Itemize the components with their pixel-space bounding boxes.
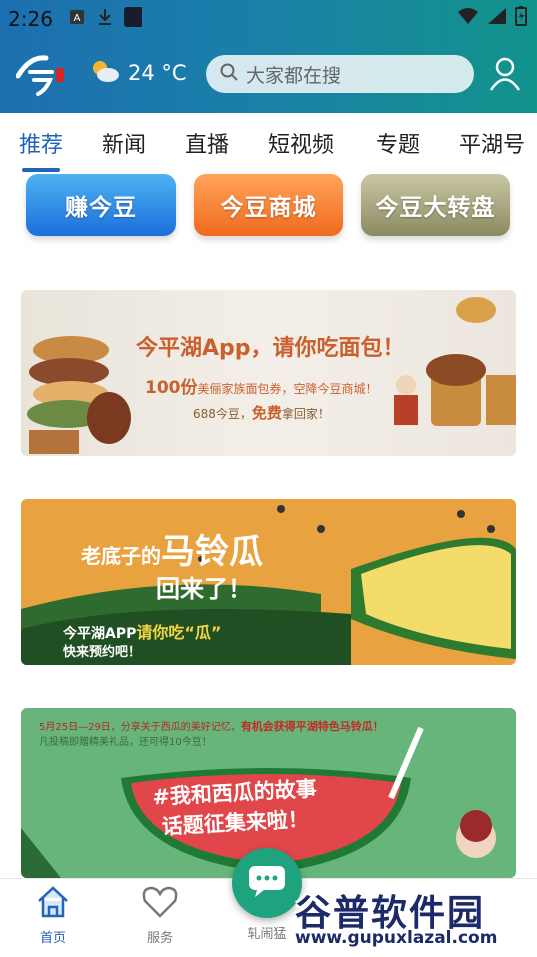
earn-coins-button[interactable]: 赚今豆 <box>26 174 176 236</box>
bread-banner-price: 688今豆， <box>193 407 252 421</box>
search-placeholder: 大家都在搜 <box>246 64 342 87</box>
app-notification-icon <box>124 7 142 27</box>
category-tabs: 推荐 新闻 直播 短视频 专题 平湖号 <box>0 113 537 175</box>
tab-live[interactable]: 直播 <box>185 127 229 159</box>
nav-home-label: 首页 <box>39 931 66 946</box>
partly-cloudy-icon <box>90 59 120 87</box>
search-icon <box>220 63 238 85</box>
bread-banner-title: 今平湖App，请你吃面包！ <box>136 336 405 361</box>
nav-services[interactable]: 服务 <box>130 885 190 946</box>
weather-temperature: 24 °C <box>128 61 187 85</box>
coin-wheel-button[interactable]: 今豆大转盘 <box>361 174 510 236</box>
weather-widget[interactable]: 24 °C <box>90 59 187 87</box>
keyboard-notification-icon: A <box>68 8 86 26</box>
heart-icon <box>141 886 179 923</box>
tab-short-video[interactable]: 短视频 <box>268 127 334 159</box>
tab-news[interactable]: 新闻 <box>102 127 146 159</box>
tab-pinghu-account[interactable]: 平湖号 <box>459 127 525 159</box>
bread-banner-free: 免费 <box>251 404 282 422</box>
melon-banner-app: 今平湖APP <box>63 626 137 642</box>
melon-banner-name: 马铃瓜 <box>161 532 263 572</box>
watermelon-gift-note: 凡投稿即赠精美礼品，还可得10今豆！ <box>39 737 212 748</box>
search-bar[interactable]: 大家都在搜 <box>206 55 474 93</box>
bread-promo-banner[interactable]: 今平湖App，请你吃面包！ 100份美俪家族面包券，空降今豆商城！ 688今豆，… <box>21 290 516 456</box>
svg-text:A: A <box>74 13 81 24</box>
signal-icon <box>487 7 507 29</box>
nav-services-label: 服务 <box>146 931 173 946</box>
bread-banner-detail: 美俪家族面包券，空降今豆商城！ <box>197 382 378 396</box>
bread-banner-count: 100份 <box>145 378 198 398</box>
chat-fab-button[interactable] <box>232 848 302 918</box>
active-tab-indicator <box>22 168 60 172</box>
chat-bubble-icon <box>247 864 287 902</box>
site-watermark: 谷普软件园 www.gupuxlazal.com <box>295 884 535 954</box>
nav-community[interactable]: 轧闹猛 <box>237 923 297 942</box>
bread-banner-takeaway: 拿回家！ <box>281 407 330 421</box>
melon-banner-prefix: 老底子的 <box>81 544 161 568</box>
battery-icon <box>515 6 527 30</box>
watermark-url: www.gupuxlazal.com <box>295 928 498 948</box>
user-profile-icon[interactable] <box>489 57 521 91</box>
melon-banner-invite: 请你吃“瓜” <box>136 623 222 642</box>
watermelon-note: 5月25日—29日，分享关于西瓜的美好记忆， <box>39 722 241 733</box>
app-logo[interactable] <box>15 52 72 96</box>
app-header: 2:26 A 24 °C 大家都在搜 <box>0 0 537 113</box>
watermelon-note-highlight: 有机会获得平湖特色马铃瓜！ <box>240 720 384 733</box>
status-time: 2:26 <box>8 7 53 31</box>
tab-topics[interactable]: 专题 <box>376 127 420 159</box>
tab-recommend[interactable]: 推荐 <box>19 127 63 159</box>
nav-home[interactable]: 首页 <box>23 885 83 946</box>
coin-mall-button[interactable]: 今豆商城 <box>194 174 343 236</box>
nav-community-label: 轧闹猛 <box>247 927 287 942</box>
home-icon <box>35 886 71 923</box>
melon-banner-back: 回来了！ <box>156 575 252 603</box>
melon-promo-banner[interactable]: 老底子的马铃瓜 回来了！ 今平湖APP请你吃“瓜” 快来预约吧！ <box>21 499 516 665</box>
download-icon <box>96 8 114 26</box>
wifi-icon <box>457 7 479 29</box>
status-bar: 2:26 A <box>0 0 537 36</box>
melon-banner-cta: 快来预约吧！ <box>63 645 142 660</box>
